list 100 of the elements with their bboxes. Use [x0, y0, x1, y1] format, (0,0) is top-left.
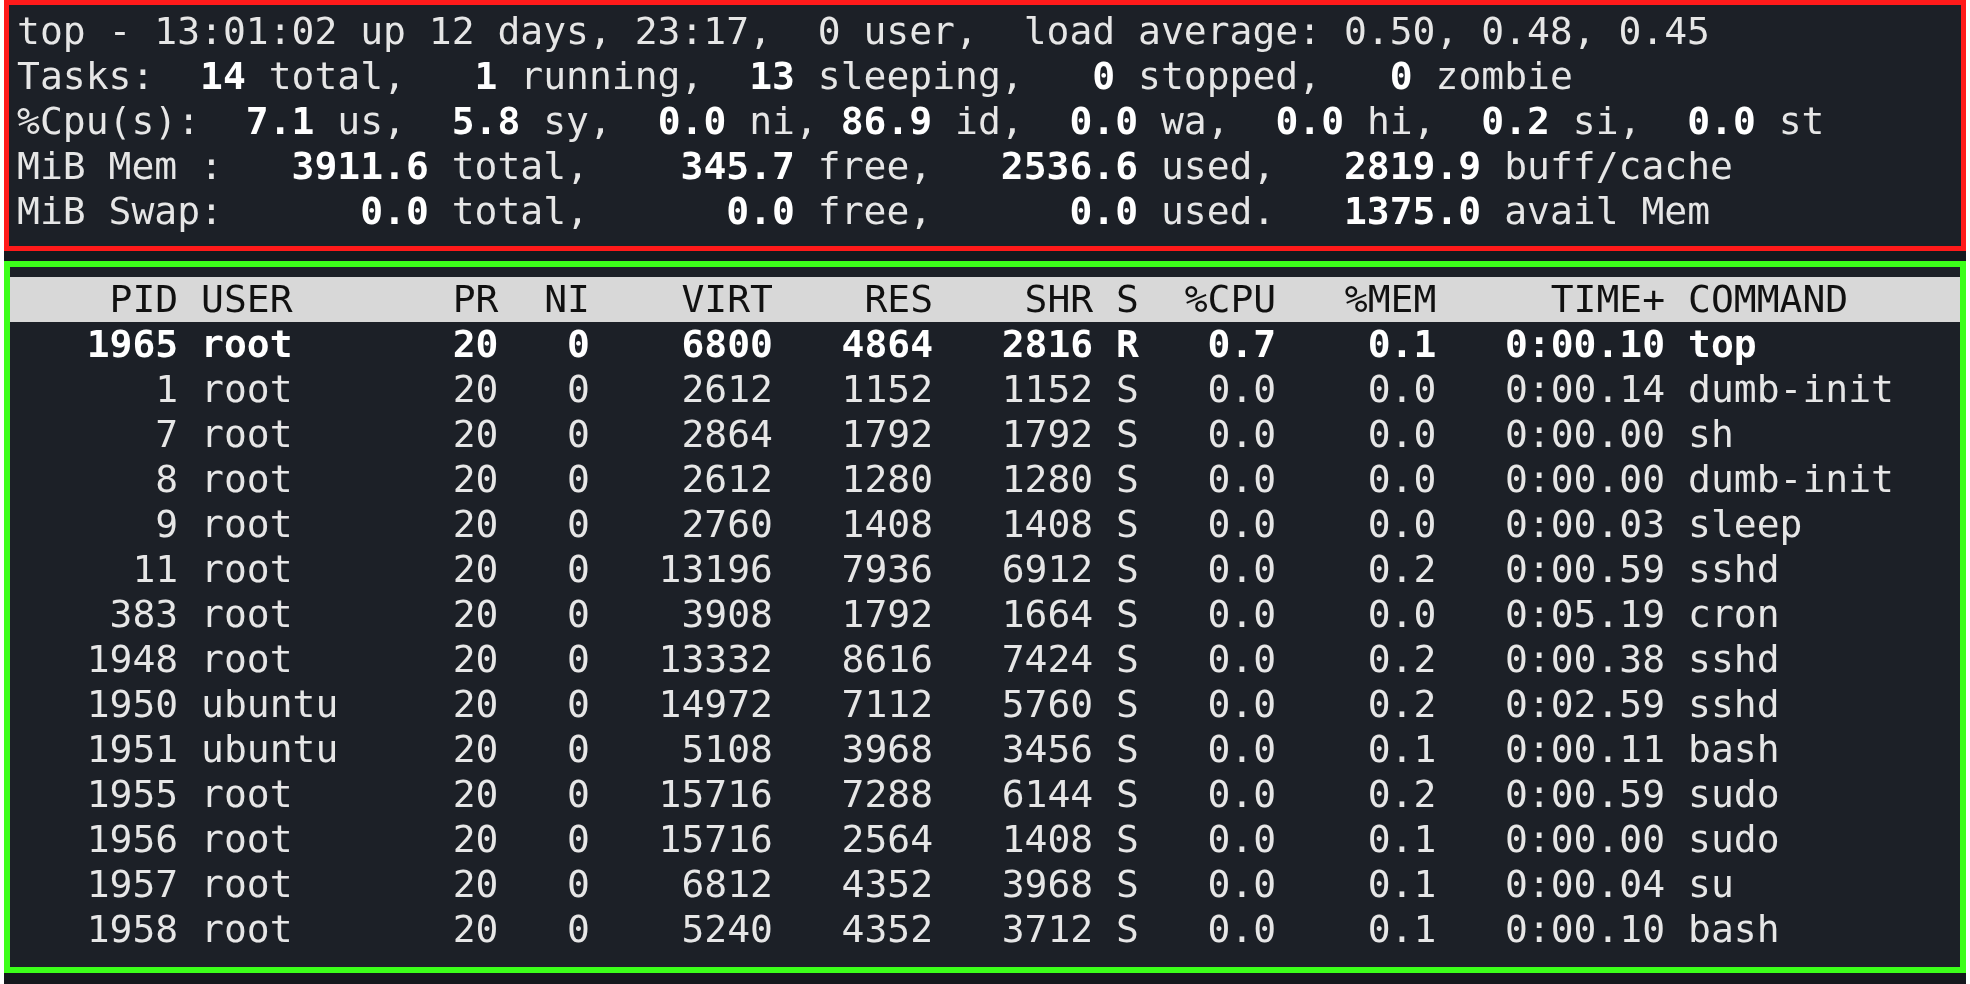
table-cell-text: 1792	[840, 412, 934, 457]
table-cell-text: 4352	[840, 907, 934, 952]
table-cell-text: 8616	[840, 637, 934, 682]
table-cell-text: root	[200, 502, 294, 547]
table-cell-text: 0:05.19	[1503, 592, 1666, 637]
table-cell-text: root	[200, 367, 294, 412]
table-cell-text: 1408	[1000, 502, 1094, 547]
table-cell-text: root	[200, 457, 294, 502]
table-cell-text: 1956	[85, 817, 179, 862]
table-cell-text: 0.1	[1366, 817, 1437, 862]
table-cell-text: 0.1	[1366, 727, 1437, 772]
table-cell-text: 1965	[85, 322, 179, 367]
table-cell-text: root	[200, 547, 294, 592]
table-cell-text: 0	[566, 862, 590, 907]
table-cell-text: 20	[451, 547, 499, 592]
table-cell-text: 1152	[840, 367, 934, 412]
table-cell-text: 0	[566, 727, 590, 772]
table-cell-text: 20	[451, 772, 499, 817]
table-cell-text: 1280	[840, 457, 934, 502]
table-cell-text: 0.0	[1206, 682, 1277, 727]
table-cell-text: S	[1115, 682, 1139, 727]
table-cell-text: 2612	[680, 367, 773, 412]
table-cell-text: 6800	[680, 322, 773, 367]
table-cell-text: 0.2	[1366, 547, 1437, 592]
table-cell-text: 0:00.00	[1503, 817, 1666, 862]
table-cell-text: S	[1115, 547, 1139, 592]
table-cell-text: 4352	[840, 862, 934, 907]
table-cell-text: 2612	[680, 457, 773, 502]
table-cell-text: S	[1115, 592, 1139, 637]
column-header: RES	[863, 277, 934, 322]
table-cell-text: 0	[566, 592, 590, 637]
table-cell-text: 0.2	[1366, 682, 1437, 727]
table-cell-text: 0.0	[1366, 592, 1437, 637]
table-cell-text: 0.1	[1366, 322, 1437, 367]
table-cell-text: 0.0	[1206, 457, 1277, 502]
table-cell-text: 15716	[657, 817, 773, 862]
table-cell-text: 0	[566, 682, 590, 727]
table-cell-text: S	[1115, 367, 1139, 412]
table-cell-text: 0	[566, 322, 590, 367]
table-cell-text: 0	[566, 817, 590, 862]
table-cell-text: 0.0	[1206, 367, 1277, 412]
table-cell-text: 13196	[657, 547, 773, 592]
table-cell-text: 5760	[1000, 682, 1094, 727]
table-cell-text: 7288	[840, 772, 934, 817]
table-cell-text: S	[1115, 862, 1139, 907]
table-cell-text: S	[1115, 412, 1139, 457]
table-cell-text: 0.0	[1206, 502, 1277, 547]
table-cell-text: sudo	[1687, 772, 1781, 817]
table-cell-text: root	[200, 817, 294, 862]
table-cell-text: 0.0	[1206, 727, 1277, 772]
table-cell-text: 0.0	[1366, 412, 1437, 457]
table-cell-text: root	[200, 907, 294, 952]
table-cell-text: 0:00.14	[1503, 367, 1666, 412]
table-cell-text: 2760	[680, 502, 773, 547]
table-cell-text: 0.0	[1206, 592, 1277, 637]
table-cell-text: 13332	[657, 637, 773, 682]
table-cell-text: 1792	[1000, 412, 1094, 457]
table-cell-text: 3712	[1000, 907, 1094, 952]
table-cell-text: ubuntu	[200, 682, 340, 727]
table-cell-text: sshd	[1687, 547, 1781, 592]
table-cell-text: 4864	[840, 322, 934, 367]
table-cell-text: root	[200, 412, 294, 457]
table-cell-text: 20	[451, 817, 499, 862]
column-header: NI	[543, 277, 590, 322]
table-cell-text: S	[1115, 727, 1139, 772]
column-header: PID	[108, 277, 179, 322]
table-cell-text: 20	[451, 907, 499, 952]
table-cell-text: 1950	[85, 682, 179, 727]
table-cell-text: 0:00.00	[1503, 457, 1666, 502]
table-cell-text: 2864	[680, 412, 773, 457]
table-cell-text: S	[1115, 817, 1139, 862]
table-cell-text: 0.2	[1366, 637, 1437, 682]
table-cell-text: 0:00.04	[1503, 862, 1666, 907]
table-cell-text: 20	[451, 637, 499, 682]
column-header: USER	[200, 277, 294, 322]
table-cell-text: 0:00.38	[1503, 637, 1666, 682]
table-cell-text: 1408	[1000, 817, 1094, 862]
table-cell-text: R	[1115, 322, 1139, 367]
table-cell-text: 1280	[1000, 457, 1094, 502]
table-cell-text: 15716	[657, 772, 773, 817]
table-cell-text: 20	[451, 862, 499, 907]
table-cell-text: sleep	[1687, 502, 1804, 547]
table-cell-text: su	[1687, 862, 1735, 907]
table-cell-text: 20	[451, 592, 499, 637]
table-cell-text: S	[1115, 637, 1139, 682]
table-cell-text: 9	[154, 502, 179, 547]
table-cell-text: 6812	[680, 862, 773, 907]
table-cell-text: 0.0	[1206, 412, 1277, 457]
summary-line: MiB Swap: 0.0 total, 0.0 free, 0.0 used. 1375.0 avail Mem	[17, 189, 1712, 234]
table-cell-text: 2816	[1000, 322, 1094, 367]
table-cell-text: 20	[451, 322, 499, 367]
table-cell-text: 5108	[680, 727, 773, 772]
table-cell-text: 0.1	[1366, 907, 1437, 952]
table-cell-text: 1955	[85, 772, 179, 817]
table-cell-text: 1951	[85, 727, 179, 772]
table-cell-text: 0.2	[1366, 772, 1437, 817]
table-cell-text: root	[200, 592, 294, 637]
table-cell-text: 0.0	[1366, 502, 1437, 547]
table-cell-text: 0:00.59	[1503, 772, 1666, 817]
column-header: VIRT	[680, 277, 773, 322]
